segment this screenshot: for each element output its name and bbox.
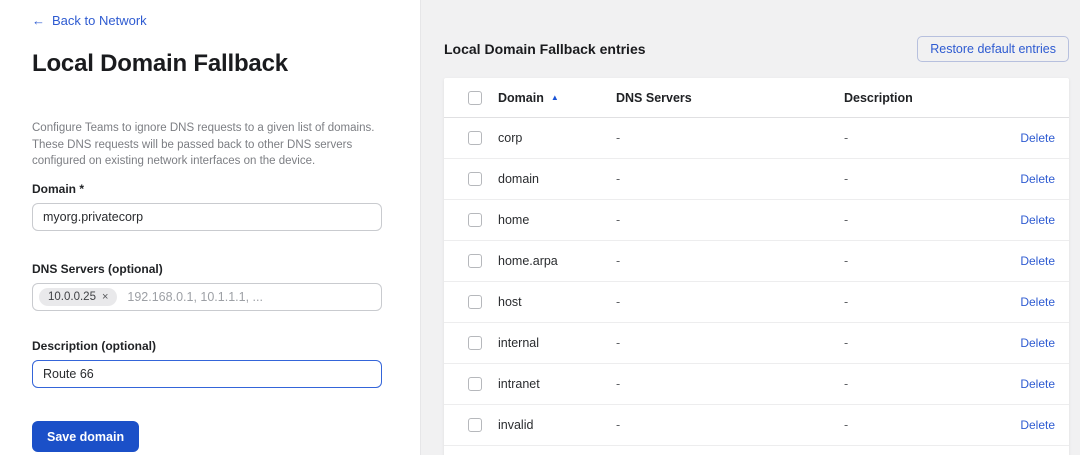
dns-servers-cell: - [616, 336, 844, 350]
row-checkbox[interactable] [468, 172, 482, 186]
delete-link[interactable]: Delete [1020, 172, 1055, 186]
dns-servers-cell: - [616, 213, 844, 227]
dns-server-tag-value: 10.0.0.25 [48, 291, 96, 303]
page-description: Configure Teams to ignore DNS requests t… [32, 120, 382, 170]
back-link-label: Back to Network [52, 13, 147, 28]
description-cell: - [844, 131, 995, 145]
delete-link[interactable]: Delete [1020, 254, 1055, 268]
save-domain-button[interactable]: Save domain [32, 421, 139, 452]
entries-heading: Local Domain Fallback entries [444, 41, 646, 57]
entries-table: Domain ▲ DNS Servers Description corp - … [444, 78, 1069, 455]
description-field: Description (optional) [32, 339, 381, 388]
domain-cell: host [498, 295, 616, 309]
restore-default-entries-button[interactable]: Restore default entries [917, 36, 1069, 62]
table-row: invalid - - Delete [444, 405, 1069, 446]
domain-cell: internal [498, 336, 616, 350]
column-header-domain[interactable]: Domain ▲ [498, 91, 616, 105]
dns-servers-field: DNS Servers (optional) 10.0.0.25 × 192.1… [32, 262, 381, 311]
page-title: Local Domain Fallback [32, 50, 381, 78]
description-cell: - [844, 336, 995, 350]
delete-link[interactable]: Delete [1020, 213, 1055, 227]
dns-servers-cell: - [616, 254, 844, 268]
table-row: home - - Delete [444, 200, 1069, 241]
dns-servers-cell: - [616, 295, 844, 309]
table-body: corp - - Delete domain - - Delete home -… [444, 118, 1069, 446]
description-cell: - [844, 172, 995, 186]
description-cell: - [844, 213, 995, 227]
sort-ascending-icon: ▲ [551, 94, 559, 102]
row-checkbox[interactable] [468, 295, 482, 309]
table-row: domain - - Delete [444, 159, 1069, 200]
select-all-checkbox[interactable] [468, 91, 482, 105]
description-cell: - [844, 254, 995, 268]
delete-link[interactable]: Delete [1020, 336, 1055, 350]
entries-panel: Local Domain Fallback entries Restore de… [421, 0, 1080, 455]
delete-link[interactable]: Delete [1020, 377, 1055, 391]
table-row: home.arpa - - Delete [444, 241, 1069, 282]
dns-servers-cell: - [616, 377, 844, 391]
description-cell: - [844, 418, 995, 432]
dns-server-tag: 10.0.0.25 × [39, 288, 117, 306]
domain-field: Domain * [32, 182, 381, 231]
dns-servers-cell: - [616, 172, 844, 186]
domain-cell: domain [498, 172, 616, 186]
domain-input[interactable] [32, 203, 382, 231]
domain-label: Domain * [32, 182, 381, 196]
row-checkbox[interactable] [468, 377, 482, 391]
description-input[interactable] [32, 360, 382, 388]
remove-tag-icon[interactable]: × [102, 292, 108, 303]
row-checkbox[interactable] [468, 254, 482, 268]
table-row: host - - Delete [444, 282, 1069, 323]
column-header-description[interactable]: Description [844, 91, 995, 105]
row-checkbox[interactable] [468, 131, 482, 145]
column-header-dns-servers[interactable]: DNS Servers [616, 91, 844, 105]
domain-cell: invalid [498, 418, 616, 432]
dns-servers-input[interactable]: 10.0.0.25 × 192.168.0.1, 10.1.1.1, ... [32, 283, 382, 311]
dns-servers-cell: - [616, 418, 844, 432]
description-cell: - [844, 295, 995, 309]
back-to-network-link[interactable]: ← Back to Network [32, 13, 147, 28]
delete-link[interactable]: Delete [1020, 131, 1055, 145]
domain-cell: home.arpa [498, 254, 616, 268]
delete-link[interactable]: Delete [1020, 418, 1055, 432]
domain-cell: intranet [498, 377, 616, 391]
delete-link[interactable]: Delete [1020, 295, 1055, 309]
table-row: corp - - Delete [444, 118, 1069, 159]
table-header-row: Domain ▲ DNS Servers Description [444, 78, 1069, 118]
row-checkbox[interactable] [468, 213, 482, 227]
dns-servers-label: DNS Servers (optional) [32, 262, 381, 276]
dns-servers-cell: - [616, 131, 844, 145]
domain-cell: home [498, 213, 616, 227]
form-panel: ← Back to Network Local Domain Fallback … [0, 0, 421, 455]
table-row: internal - - Delete [444, 323, 1069, 364]
column-header-domain-label: Domain [498, 91, 544, 105]
entries-panel-header: Local Domain Fallback entries Restore de… [444, 36, 1069, 62]
domain-cell: corp [498, 131, 616, 145]
description-cell: - [844, 377, 995, 391]
table-row: intranet - - Delete [444, 364, 1069, 405]
row-checkbox[interactable] [468, 336, 482, 350]
dns-servers-placeholder: 192.168.0.1, 10.1.1.1, ... [127, 290, 263, 304]
row-checkbox[interactable] [468, 418, 482, 432]
arrow-left-icon: ← [32, 13, 45, 28]
description-label: Description (optional) [32, 339, 381, 353]
